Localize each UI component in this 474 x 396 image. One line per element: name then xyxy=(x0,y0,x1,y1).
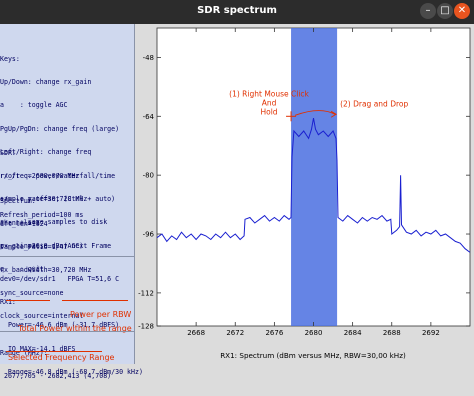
close-button[interactable]: ✕ xyxy=(454,3,470,19)
keys-line: Keys: xyxy=(0,54,20,63)
y-tick-label: -112 xyxy=(138,289,154,297)
selection-band xyxy=(291,28,338,326)
sdr-line: rx_freq=2680,000 MHz xyxy=(0,171,80,180)
window-titlebar: SDR spectrum – □ ✕ xyxy=(0,0,474,24)
refresh-period: Refresh_period=100 ms xyxy=(0,211,84,219)
window-title: SDR spectrum xyxy=(197,5,277,16)
minimize-button[interactable]: – xyxy=(420,3,436,19)
total-power-underline xyxy=(6,300,50,301)
selected-range-annotation: Selected Frequency Range xyxy=(8,353,115,362)
right-click-annotation: (1) Right Mouse Click xyxy=(229,89,309,98)
x-tick-label: 2668 xyxy=(187,329,205,337)
x-axis-label: RX1: Spectrum (dBm versus MHz, RBW=30,00… xyxy=(220,351,406,360)
spectrum-plot[interactable]: 2668 2672 2676 2680 2684 2688 2692 -48 -64 -80 -96… xyxy=(135,24,474,364)
y-tick-label: -96 xyxy=(143,231,155,239)
spectrum-line: sample_ratio=1/47 xyxy=(0,243,68,252)
right-click-annotation: And xyxy=(262,98,277,107)
x-tick-label: 2676 xyxy=(265,329,283,337)
x-tick-label: 2684 xyxy=(344,329,362,337)
spectrum-line: dft_len=1024 xyxy=(0,219,48,228)
right-click-annotation: Hold xyxy=(261,107,278,116)
x-tick-label: 2680 xyxy=(305,329,323,337)
x-tick-label: 2688 xyxy=(383,329,401,337)
x-tick-label: 2672 xyxy=(226,329,244,337)
keys-line: PgUp/PgDn: change freq (large) xyxy=(0,124,120,133)
power-per-rbw-annotation: Power per RBW xyxy=(70,310,132,319)
range-underline xyxy=(6,351,102,352)
frequency-range: Range (MHz): 2677,705 - 2682,413 (4,708) xyxy=(0,334,111,396)
device-line: dev0=/dev/sdr1 FPGA T=51,6 C xyxy=(0,274,120,283)
spectrum-line: Spectrum: xyxy=(0,196,36,205)
spectrum-settings: Spectrum: dft_len=1024 sample_ratio=1/47 xyxy=(0,182,68,268)
y-tick-label: -48 xyxy=(143,54,154,62)
range-line: 2677,705 - 2682,413 (4,708) xyxy=(0,371,112,380)
keys-line: a : toggle AGC xyxy=(0,101,68,110)
y-tick-label: -80 xyxy=(143,172,154,180)
info-panel: Keys: Up/Down: change rx_gain a : toggle… xyxy=(0,24,143,380)
y-tick-label: -128 xyxy=(138,323,154,331)
y-tick-label: -64 xyxy=(143,113,155,121)
rbw-power-underline xyxy=(62,300,128,301)
maximize-button[interactable]: □ xyxy=(437,3,453,19)
x-tick-label: 2692 xyxy=(422,329,440,337)
sdr-line: SDR: xyxy=(0,148,16,157)
spectrum-chart[interactable]: 2668 2672 2676 2680 2684 2688 2692 -48 -64 -80 -96… xyxy=(135,24,474,364)
divider xyxy=(0,331,134,332)
divider xyxy=(0,256,134,257)
drag-drop-annotation: (2) Drag and Drop xyxy=(340,99,408,108)
keys-line: Up/Down: change rx_gain xyxy=(0,77,92,86)
